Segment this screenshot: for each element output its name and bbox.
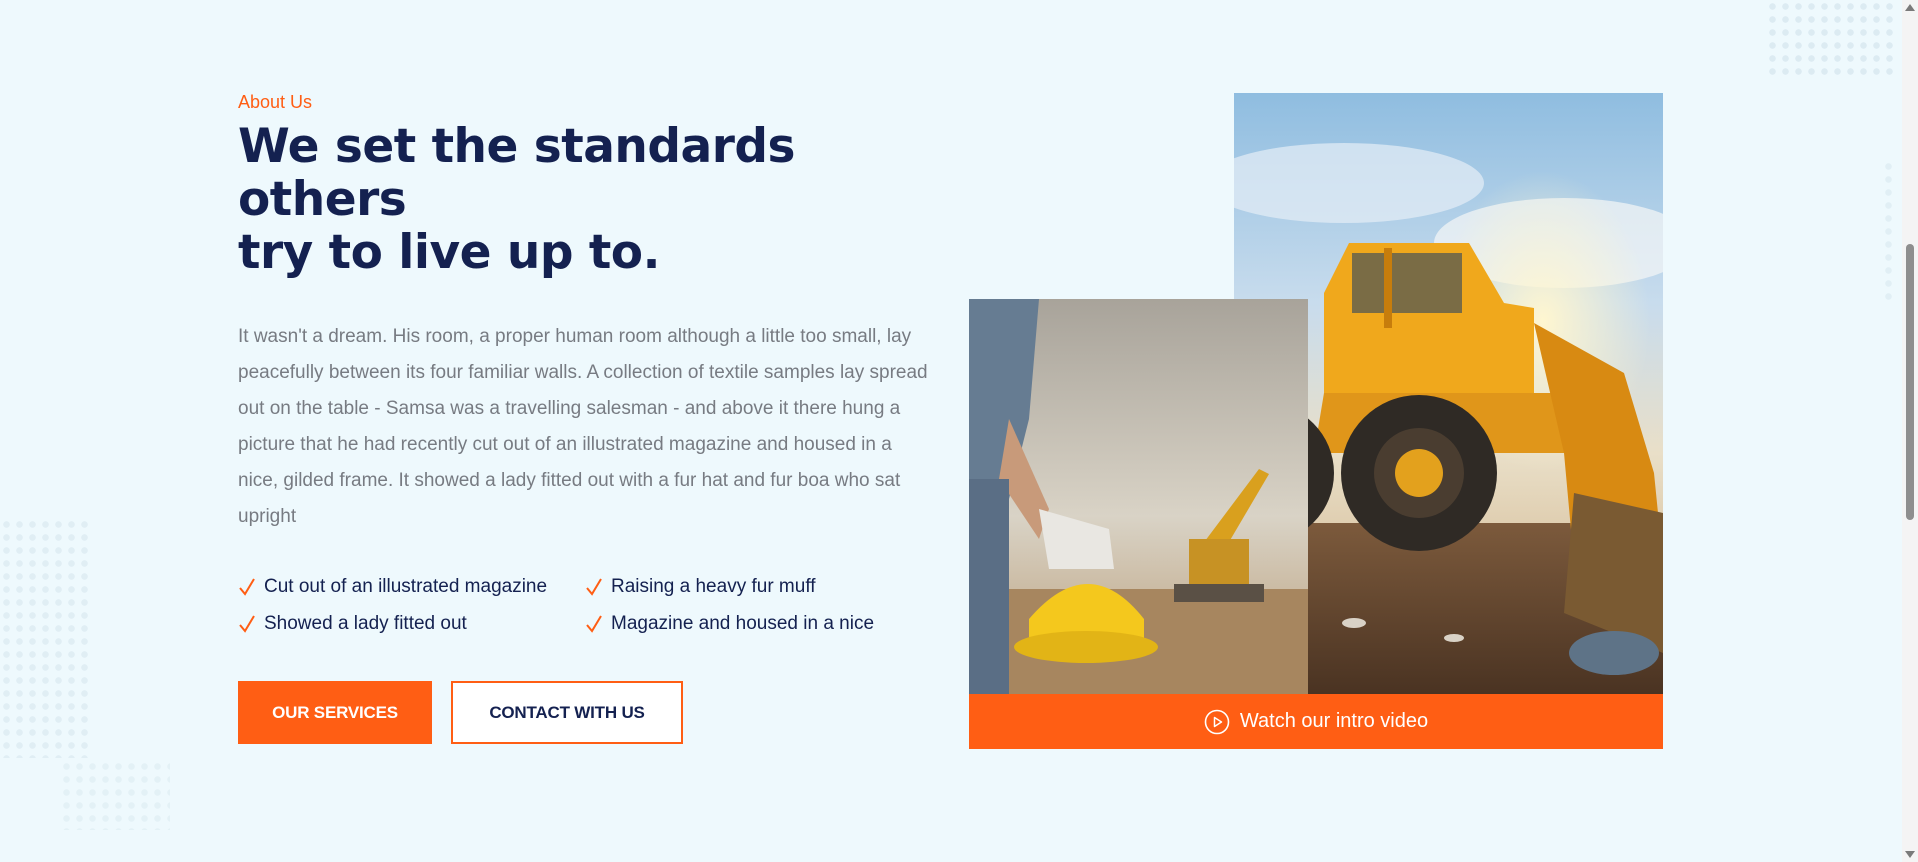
checkmark-icon (239, 577, 255, 596)
decorative-dots (0, 518, 90, 758)
checklist-label: Raising a heavy fur muff (611, 576, 816, 597)
section-eyebrow: About Us (238, 92, 313, 112)
checklist-item: Showed a lady fitted out (238, 610, 585, 637)
scrollbar[interactable] (1902, 0, 1918, 862)
decorative-dots (1766, 0, 1896, 80)
feature-checklist: Cut out of an illustrated magazine Raisi… (238, 573, 938, 637)
play-circle-icon (1204, 709, 1230, 734)
checkmark-icon (239, 614, 255, 633)
headline-line-1: We set the standards others (238, 119, 796, 227)
checklist-label: Cut out of an illustrated magazine (264, 576, 548, 597)
contact-button[interactable]: CONTACT WITH US (451, 681, 683, 744)
worker-with-helmet-photo (969, 299, 1308, 694)
decorative-dots (1882, 160, 1896, 300)
worker-image (969, 299, 1308, 694)
checklist-item: Raising a heavy fur muff (585, 573, 915, 600)
our-services-button[interactable]: OUR SERVICES (238, 681, 432, 744)
scroll-down-icon[interactable] (1905, 851, 1915, 858)
checkmark-icon (586, 614, 602, 633)
decorative-dots (60, 760, 170, 830)
about-paragraph: It wasn't a dream. His room, a proper hu… (238, 326, 928, 527)
headline-line-2: try to live up to. (238, 225, 660, 280)
checkmark-icon (586, 577, 602, 596)
about-section: About Us We set the standards others try… (0, 0, 1918, 862)
scroll-up-icon[interactable] (1905, 4, 1915, 11)
video-label: Watch our intro video (1239, 710, 1429, 732)
checklist-label: Showed a lady fitted out (264, 613, 467, 634)
cta-buttons: OUR SERVICES CONTACT WITH US (238, 681, 938, 744)
section-headline: We set the standards others try to live … (238, 120, 958, 279)
scroll-thumb[interactable] (1906, 244, 1914, 520)
checklist-item: Cut out of an illustrated magazine (238, 573, 585, 600)
checklist-label: Magazine and housed in a nice (611, 613, 875, 634)
checklist-item: Magazine and housed in a nice (585, 610, 915, 637)
about-content: About Us We set the standards others try… (238, 90, 938, 744)
watch-video-button[interactable]: Watch our intro video (969, 694, 1663, 749)
